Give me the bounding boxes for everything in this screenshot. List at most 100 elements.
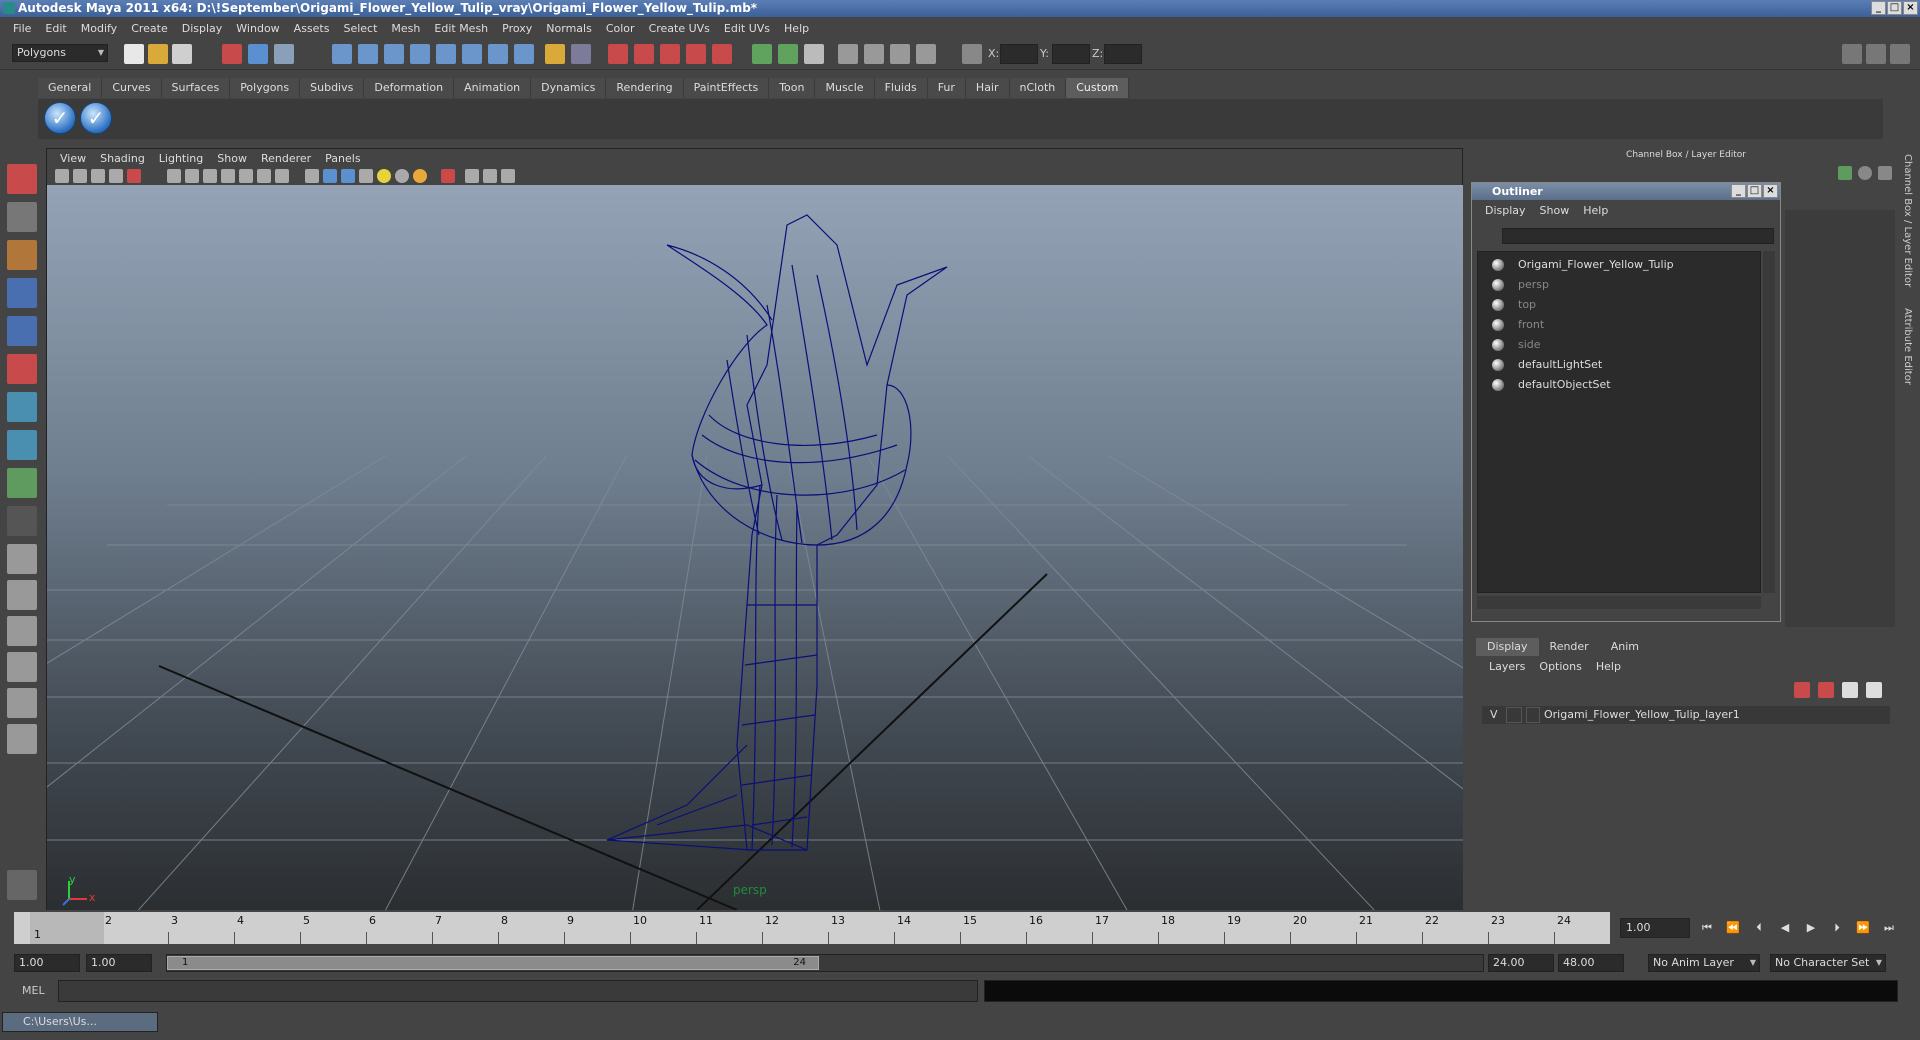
paint-select-tool-icon[interactable] (7, 240, 37, 270)
outliner-horizontal-scrollbar[interactable] (1477, 596, 1761, 609)
layer-color-swatch[interactable] (1526, 707, 1540, 723)
film-gate-icon[interactable] (185, 169, 199, 183)
viewport-menu-renderer[interactable]: Renderer (254, 152, 318, 165)
create-empty-layer-icon[interactable] (1842, 682, 1858, 698)
shadows-icon[interactable] (395, 169, 409, 183)
select-camera-icon[interactable] (55, 169, 69, 183)
playback-start-field[interactable]: 1.00 (86, 954, 152, 972)
shelf-tab-animation[interactable]: Animation (454, 78, 532, 98)
menu-window[interactable]: Window (229, 22, 286, 35)
persp-hypershade-layout-icon[interactable] (7, 688, 37, 718)
layer-menu-layers[interactable]: Layers (1482, 658, 1532, 676)
outliner-menu-display[interactable]: Display (1478, 204, 1533, 217)
bookmark-icon[interactable] (91, 169, 105, 183)
z-input[interactable] (1104, 44, 1142, 64)
shelf-tab-curves[interactable]: Curves (102, 78, 162, 98)
channel-box-rotate-icon[interactable] (1858, 166, 1872, 180)
side-tab-channel-box[interactable]: Channel Box / Layer Editor (1902, 154, 1913, 287)
lock-icon[interactable] (545, 44, 565, 64)
resolution-gate-icon[interactable] (203, 169, 217, 183)
layer-template-toggle[interactable] (1506, 707, 1522, 723)
range-slider[interactable]: 1 24 (166, 954, 1484, 972)
shelf-tab-ncloth[interactable]: nCloth (1009, 78, 1067, 98)
transform-mode-icon[interactable] (962, 44, 982, 64)
smooth-shading-icon[interactable] (323, 169, 337, 183)
minimize-button[interactable]: _ (1871, 1, 1886, 15)
camera-track-icon[interactable] (890, 44, 910, 64)
menu-select[interactable]: Select (336, 22, 384, 35)
outliner-item-side[interactable]: side (1492, 336, 1541, 354)
layer-tab-anim[interactable]: Anim (1599, 638, 1650, 656)
render-settings-icon[interactable] (660, 44, 680, 64)
menu-mesh[interactable]: Mesh (384, 22, 427, 35)
render-frame-icon[interactable] (608, 44, 628, 64)
image-plane-icon[interactable] (109, 169, 123, 183)
step-back-frame-icon[interactable]: ⏴ (1748, 921, 1770, 937)
channel-box-move-icon[interactable] (1838, 166, 1852, 180)
script-editor-icon[interactable] (7, 870, 37, 900)
snap-live-icon[interactable] (488, 44, 508, 64)
toggle-channel-box-icon[interactable] (1842, 44, 1862, 64)
outliner-close-button[interactable]: × (1763, 184, 1778, 198)
open-scene-icon[interactable] (148, 44, 168, 64)
menu-edit-uvs[interactable]: Edit UVs (717, 22, 777, 35)
shelf-tab-custom[interactable]: Custom (1066, 78, 1130, 98)
scale-tool-icon[interactable] (7, 354, 37, 384)
viewport-menu-shading[interactable]: Shading (93, 152, 152, 165)
textured-icon[interactable] (359, 169, 373, 183)
outliner-filter-input[interactable] (1502, 228, 1774, 244)
go-to-end-icon[interactable]: ⏭ (1878, 921, 1900, 937)
layer-tab-display[interactable]: Display (1476, 638, 1539, 656)
menu-proxy[interactable]: Proxy (495, 22, 539, 35)
y-input[interactable] (1052, 44, 1090, 64)
menu-create-uvs[interactable]: Create UVs (642, 22, 717, 35)
field-chart-icon[interactable] (239, 169, 253, 183)
gate-mask-icon[interactable] (221, 169, 235, 183)
shelf-tab-painteffects[interactable]: PaintEffects (683, 78, 770, 98)
show-manipulator-tool-icon[interactable] (7, 468, 37, 498)
current-time-indicator[interactable] (30, 912, 104, 944)
snap-grid-icon[interactable] (332, 44, 352, 64)
shelf-button-check-1[interactable]: ✓ (44, 102, 76, 134)
shelf-tab-surfaces[interactable]: Surfaces (161, 78, 231, 98)
new-scene-icon[interactable] (124, 44, 144, 64)
anim-layer-dropdown[interactable]: No Anim Layer ▼ (1648, 954, 1760, 972)
animation-start-field[interactable]: 1.00 (14, 954, 80, 972)
outliner-item-tulip[interactable]: Origami_Flower_Yellow_Tulip (1492, 256, 1674, 274)
viewport-menu-lighting[interactable]: Lighting (152, 152, 210, 165)
shelf-button-check-2[interactable]: ✓ (80, 102, 112, 134)
snap-curve-icon[interactable] (358, 44, 378, 64)
outliner-minimize-button[interactable]: _ (1731, 184, 1746, 198)
single-perspective-layout-icon[interactable] (7, 544, 37, 574)
xray-joints-icon[interactable] (483, 169, 497, 183)
safe-title-icon[interactable] (275, 169, 289, 183)
two-d-pan-zoom-icon[interactable] (127, 169, 141, 183)
select-tool-icon[interactable] (7, 164, 37, 194)
viewport-canvas[interactable]: persp y x (47, 185, 1463, 910)
menu-assets[interactable]: Assets (287, 22, 337, 35)
create-layer-from-selected-icon[interactable] (1866, 682, 1882, 698)
outliner-vertical-scrollbar[interactable] (1763, 251, 1775, 593)
four-view-layout-icon[interactable] (7, 580, 37, 610)
channel-box-pick-icon[interactable] (1878, 166, 1892, 180)
minimized-window[interactable]: C:\Users\Us... (2, 1012, 158, 1032)
outliner-item-default-light-set[interactable]: defaultLightSet (1492, 356, 1602, 374)
select-component-icon[interactable] (274, 44, 294, 64)
close-button[interactable]: × (1903, 1, 1918, 15)
xray-components-icon[interactable] (501, 169, 515, 183)
hypershade-icon[interactable] (686, 44, 706, 64)
persp-graph-layout-icon[interactable] (7, 652, 37, 682)
shelf-tab-fur[interactable]: Fur (927, 78, 966, 98)
viewport-menu-show[interactable]: Show (210, 152, 254, 165)
snap-view-icon[interactable] (462, 44, 482, 64)
output-ops-icon[interactable] (778, 44, 798, 64)
outliner-item-front[interactable]: front (1492, 316, 1544, 334)
command-input[interactable] (58, 980, 978, 1002)
grid-toggle-icon[interactable] (167, 169, 181, 183)
toggle-tool-settings-icon[interactable] (1890, 44, 1910, 64)
viewport-menu-view[interactable]: View (53, 152, 93, 165)
layer-menu-options[interactable]: Options (1532, 658, 1588, 676)
shelf-tab-dynamics[interactable]: Dynamics (531, 78, 607, 98)
shelf-tab-fluids[interactable]: Fluids (874, 78, 928, 98)
snap-plane-icon[interactable] (410, 44, 430, 64)
